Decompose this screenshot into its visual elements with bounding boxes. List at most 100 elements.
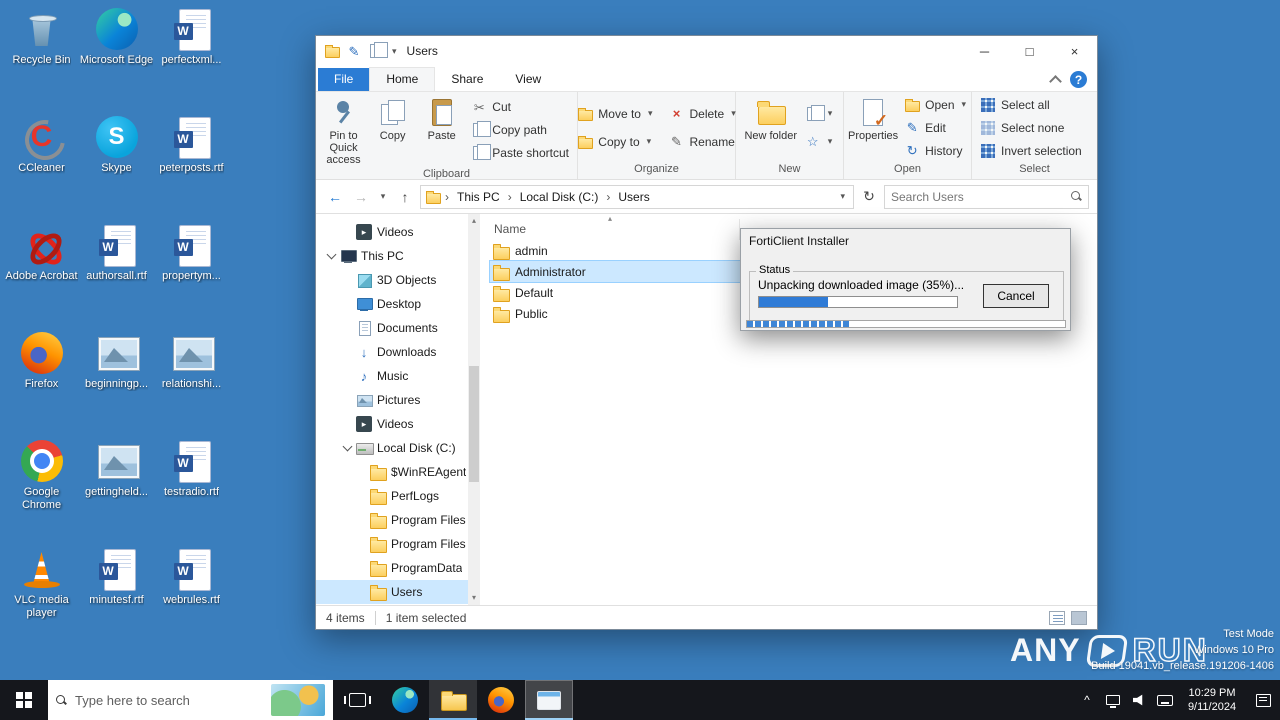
recent-locations-icon[interactable]: ▾ [376, 186, 390, 208]
taskbar-explorer-button[interactable] [429, 680, 477, 720]
nav-item-users[interactable]: Users [316, 580, 468, 604]
breadcrumb-local-disk[interactable]: Local Disk (C:) [516, 188, 603, 206]
desktop-icon-testradio-rtf[interactable]: testradio.rtf [154, 438, 229, 546]
nav-item-pictures[interactable]: Pictures [316, 388, 468, 412]
maximize-button[interactable]: □ [1007, 36, 1052, 66]
desktop-icon-firefox[interactable]: Firefox [4, 330, 79, 438]
forward-button[interactable]: → [350, 186, 372, 208]
nav-item-downloads[interactable]: Downloads [316, 340, 468, 364]
file-row-public[interactable]: Public [490, 303, 740, 324]
invert-selection-button[interactable]: Invert selection [976, 141, 1086, 161]
move-to-button[interactable]: Move to ▾ [573, 104, 656, 124]
expander-icon[interactable] [342, 441, 353, 452]
close-button[interactable]: × [1052, 36, 1097, 66]
copy-to-button[interactable]: Copy to ▾ [573, 132, 656, 152]
nav-item-desktop[interactable]: Desktop [316, 292, 468, 316]
new-folder-qat-icon[interactable] [368, 42, 388, 59]
cancel-button[interactable]: Cancel [983, 284, 1049, 308]
desktop-icon-skype[interactable]: Skype [79, 114, 154, 222]
thumbnails-view-button[interactable] [1071, 610, 1087, 625]
nav-item-videos[interactable]: Videos [316, 220, 468, 244]
scrollbar-thumb[interactable] [469, 365, 479, 483]
details-view-button[interactable] [1049, 610, 1065, 625]
desktop-icon-beginningp[interactable]: beginningp... [79, 330, 154, 438]
nav-item-perflogs[interactable]: PerfLogs [316, 484, 468, 508]
nav-item-program-files[interactable]: Program Files [316, 532, 468, 556]
nav-scrollbar[interactable]: ▴ ▾ [468, 214, 480, 605]
file-row-admin[interactable]: admin [490, 240, 740, 261]
paste-shortcut-button[interactable]: Paste shortcut [467, 143, 573, 163]
taskbar-search[interactable] [48, 680, 333, 720]
select-none-button[interactable]: Select none [976, 118, 1086, 138]
search-input[interactable] [891, 189, 1071, 204]
paste-button[interactable]: Paste [418, 94, 465, 166]
file-row-administrator[interactable]: Administrator [489, 260, 741, 283]
network-tray-button[interactable] [1100, 680, 1126, 720]
nav-item-local-disk-c[interactable]: Local Disk (C:) [316, 436, 468, 460]
cut-button[interactable]: ✂ Cut [467, 97, 573, 117]
qat-dropdown-icon[interactable]: ▾ [392, 46, 397, 57]
nav-item-3d-objects[interactable]: 3D Objects [316, 268, 468, 292]
volume-tray-button[interactable] [1126, 680, 1152, 720]
desktop-icon-peterposts-rtf[interactable]: peterposts.rtf [154, 114, 229, 222]
breadcrumb-users[interactable]: Users [614, 188, 653, 206]
history-button[interactable]: ↻ History [900, 141, 970, 161]
collapse-ribbon-icon[interactable] [1049, 75, 1062, 88]
tab-view[interactable]: View [499, 68, 557, 91]
desktop-icon-recycle-bin[interactable]: Recycle Bin [4, 6, 79, 114]
nav-item-this-pc[interactable]: This PC [316, 244, 468, 268]
nav-item-programdata[interactable]: ProgramData [316, 556, 468, 580]
refresh-button[interactable]: ↻ [858, 186, 880, 208]
desktop-icon-adobe-acrobat[interactable]: Adobe Acrobat [4, 222, 79, 330]
copy-path-button[interactable]: Copy path [467, 120, 573, 140]
help-button[interactable]: ? [1070, 71, 1087, 88]
easy-access-button[interactable]: ☆ ▾ [801, 132, 837, 152]
address-dropdown-icon[interactable]: ▾ [836, 191, 849, 202]
desktop-icon-gettingheld[interactable]: gettingheld... [79, 438, 154, 546]
start-button[interactable] [0, 680, 48, 720]
copy-button[interactable]: Copy [369, 94, 416, 166]
taskbar-firefox-button[interactable] [477, 680, 525, 720]
taskbar-installer-button[interactable] [525, 680, 573, 720]
search-box[interactable] [884, 184, 1089, 209]
nav-item-program-files[interactable]: Program Files [316, 508, 468, 532]
nav-item-winreagent[interactable]: $WinREAgent [316, 460, 468, 484]
taskbar-clock[interactable]: 10:29 PM 9/11/2024 [1178, 680, 1246, 720]
nav-item-music[interactable]: Music [316, 364, 468, 388]
desktop-icon-minutesf-rtf[interactable]: minutesf.rtf [79, 546, 154, 654]
select-all-button[interactable]: Select all [976, 95, 1086, 115]
tab-share[interactable]: Share [435, 68, 499, 91]
desktop-icon-propertym[interactable]: propertym... [154, 222, 229, 330]
nav-item-documents[interactable]: Documents [316, 316, 468, 340]
properties-qat-icon[interactable]: ✎ [346, 43, 362, 59]
open-button[interactable]: Open ▾ [900, 95, 970, 115]
rename-button[interactable]: ✎ Rename [665, 132, 740, 152]
nav-item-videos[interactable]: Videos [316, 412, 468, 436]
desktop-icon-vlc-media-player[interactable]: VLC media player [4, 546, 79, 654]
action-center-button[interactable] [1246, 680, 1280, 720]
pin-to-quick-access-button[interactable]: Pin to Quick access [320, 94, 367, 166]
hidden-icons-chevron[interactable]: ^ [1074, 680, 1100, 720]
properties-button[interactable]: Properties [848, 94, 898, 161]
back-button[interactable]: ← [324, 186, 346, 208]
touch-keyboard-button[interactable] [1152, 680, 1178, 720]
new-folder-button[interactable]: New folder [743, 94, 799, 161]
desktop-icon-webrules-rtf[interactable]: webrules.rtf [154, 546, 229, 654]
delete-button[interactable]: × Delete ▾ [665, 104, 740, 124]
desktop-icon-authorsall-rtf[interactable]: authorsall.rtf [79, 222, 154, 330]
breadcrumb-this-pc[interactable]: This PC [453, 188, 504, 206]
minimize-button[interactable]: ─ [962, 36, 1007, 66]
column-header-name[interactable]: Name [490, 219, 740, 240]
desktop-icon-microsoft-edge[interactable]: Microsoft Edge [79, 6, 154, 114]
taskbar-search-input[interactable] [75, 692, 263, 708]
expander-icon[interactable] [326, 249, 337, 260]
desktop-icon-ccleaner[interactable]: CCleaner [4, 114, 79, 222]
taskbar-edge-button[interactable] [381, 680, 429, 720]
tab-file[interactable]: File [318, 68, 370, 91]
edit-button[interactable]: ✎ Edit [900, 118, 970, 138]
address-bar[interactable]: › This PC › Local Disk (C:) › Users ▾ [420, 184, 854, 209]
desktop-icon-perfectxml[interactable]: perfectxml... [154, 6, 229, 114]
desktop-icon-relationshi[interactable]: relationshi... [154, 330, 229, 438]
file-row-default[interactable]: Default [490, 282, 740, 303]
desktop-icon-google-chrome[interactable]: Google Chrome [4, 438, 79, 546]
